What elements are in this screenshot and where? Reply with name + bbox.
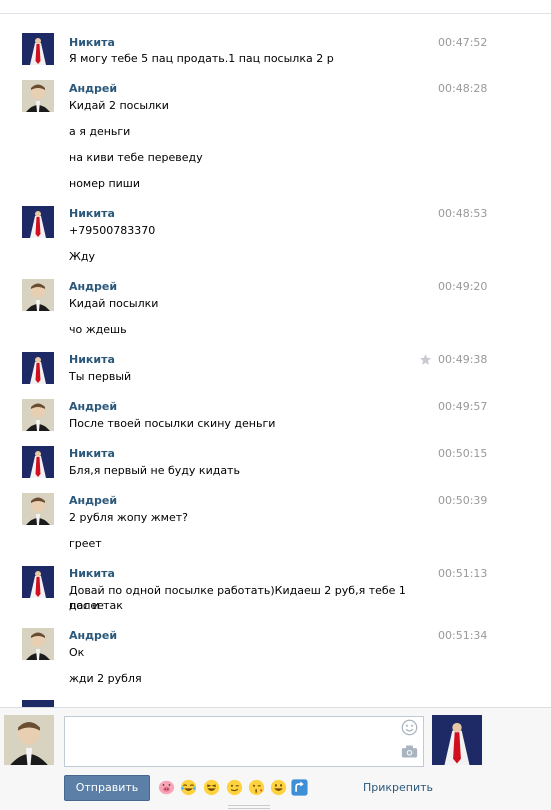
my-avatar[interactable]: [4, 715, 54, 765]
smile-icon[interactable]: [401, 719, 418, 736]
avatar-nikita[interactable]: [22, 566, 54, 598]
avatar-nikita[interactable]: [22, 700, 54, 707]
avatar-nikita[interactable]: [22, 206, 54, 238]
pig-emoji-icon[interactable]: [158, 779, 175, 796]
avatar-andrei[interactable]: [22, 628, 54, 660]
message-text: Кидай посылки: [69, 297, 159, 310]
message-text: на киви тебе переведу: [69, 151, 203, 164]
message-text: Бля,я первый не буду кидать: [69, 464, 240, 477]
share-arrow-icon[interactable]: [291, 779, 308, 796]
message-text: Ок: [69, 646, 85, 659]
message-composer: Отправить Прикрепить: [0, 707, 551, 810]
message-text: 2 рубля жопу жмет?: [69, 511, 188, 524]
message-text: номер пиши: [69, 177, 141, 190]
message-time[interactable]: 00:50:15: [438, 447, 498, 460]
big-smile-emoji-icon[interactable]: [270, 779, 287, 796]
message-author[interactable]: Андрей: [69, 494, 117, 507]
message-author[interactable]: Никита: [69, 207, 115, 220]
kiss-wink-emoji-icon[interactable]: [248, 779, 265, 796]
message-time[interactable]: 00:51:13: [438, 567, 498, 580]
message-time[interactable]: 00:47:52: [438, 36, 498, 49]
message-time[interactable]: 00:49:57: [438, 400, 498, 413]
message-text: далее: [69, 599, 104, 612]
resize-handle[interactable]: [228, 805, 270, 809]
message-input[interactable]: [64, 716, 424, 767]
message-author[interactable]: Андрей: [69, 400, 117, 413]
message-text: После твоей посылки скину деньги: [69, 417, 276, 430]
message-author[interactable]: Андрей: [69, 82, 117, 95]
message-text: Кидай 2 посылки: [69, 99, 169, 112]
grin-emoji-icon[interactable]: [203, 779, 220, 796]
avatar-andrei[interactable]: [22, 493, 54, 525]
avatar-andrei[interactable]: [22, 399, 54, 431]
message-author[interactable]: Никита: [69, 447, 115, 460]
avatar-andrei[interactable]: [22, 80, 54, 112]
peer-avatar[interactable]: [432, 715, 482, 765]
message-text: Ты первый: [69, 370, 132, 383]
attach-link[interactable]: Прикрепить: [363, 781, 433, 794]
message-time[interactable]: 00:50:39: [438, 494, 498, 507]
message-time[interactable]: 00:51:34: [438, 629, 498, 642]
avatar-nikita[interactable]: [22, 33, 54, 65]
message-time[interactable]: 00:48:28: [438, 82, 498, 95]
camera-icon[interactable]: [401, 744, 418, 759]
send-button[interactable]: Отправить: [64, 775, 150, 801]
star-icon[interactable]: [419, 353, 432, 366]
avatar-nikita[interactable]: [22, 446, 54, 478]
message-author[interactable]: Никита: [69, 353, 115, 366]
message-text: а я деньги: [69, 125, 131, 138]
message-text: Жду: [69, 250, 95, 263]
message-author[interactable]: Никита: [69, 36, 115, 49]
message-history[interactable]: Никита 00:47:52 Я могу тебе 5 пац продат…: [0, 14, 551, 707]
message-text: греет: [69, 537, 102, 550]
message-time[interactable]: 00:48:53: [438, 207, 498, 220]
message-author[interactable]: Никита: [69, 567, 115, 580]
avatar-nikita[interactable]: [22, 352, 54, 384]
message-author[interactable]: Андрей: [69, 280, 117, 293]
message-author[interactable]: Андрей: [69, 629, 117, 642]
message-time[interactable]: 00:49:20: [438, 280, 498, 293]
avatar-andrei[interactable]: [22, 279, 54, 311]
message-text: жди 2 рубля: [69, 672, 142, 685]
laughing-tears-emoji-icon[interactable]: [180, 779, 197, 796]
message-text: Я могу тебе 5 пац продать.1 пац посылка …: [69, 52, 334, 65]
message-text: чо ждешь: [69, 323, 127, 336]
top-bar: [0, 0, 551, 14]
message-time[interactable]: 00:49:38: [438, 353, 498, 366]
message-text: +79500783370: [69, 224, 156, 237]
wink-emoji-icon[interactable]: [226, 779, 243, 796]
